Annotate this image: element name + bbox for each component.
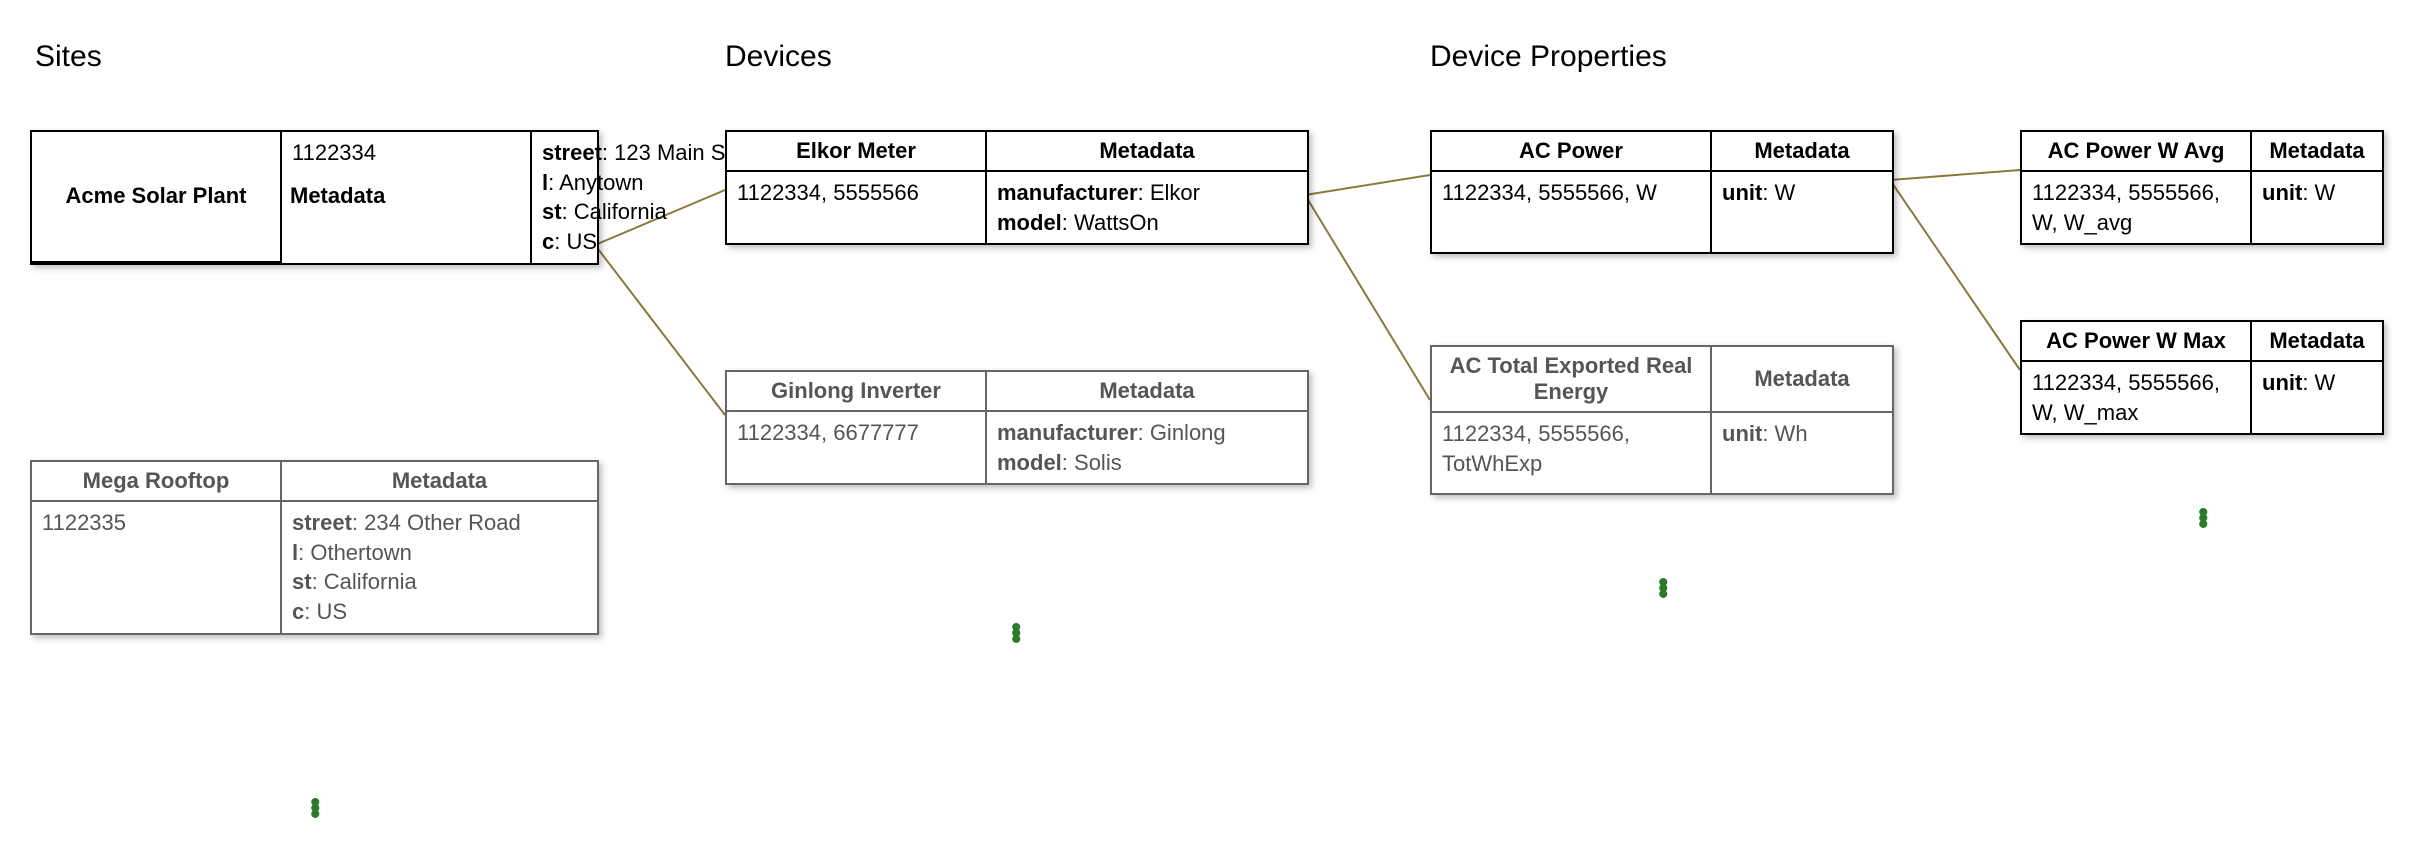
prop-ac-power-meta: unit: W [1712,172,1892,252]
column-title-sites: Sites [35,40,102,74]
device-elkor: Elkor Meter Metadata 1122334, 5555566 ma… [725,130,1309,245]
device-elkor-id: 1122334, 5555566 [727,172,987,243]
subprop-w-avg-title: AC Power W Avg [2022,132,2252,170]
column-title-device-properties: Device Properties [1430,40,1667,74]
column-title-devices: Devices [725,40,832,74]
ellipsis-icon: ••• [310,800,323,818]
site-acme-id: 1122334 [282,132,532,263]
device-ginlong-meta: manufacturer: Ginlong model: Solis [987,412,1307,483]
subprop-w-avg-meta: unit: W [2252,172,2382,243]
device-ginlong: Ginlong Inverter Metadata 1122334, 66777… [725,370,1309,485]
site-mega-title: Mega Rooftop [32,462,282,500]
prop-ac-energy-meta-hdr: Metadata [1712,347,1892,411]
prop-ac-power-title: AC Power [1432,132,1712,170]
ellipsis-icon: ••• [2198,510,2211,528]
ellipsis-icon: ••• [1011,625,1024,643]
device-ginlong-meta-hdr: Metadata [987,372,1307,410]
device-elkor-title: Elkor Meter [727,132,987,170]
site-acme: Acme Solar Plant Metadata 1122334 street… [30,130,599,265]
device-ginlong-id: 1122334, 6677777 [727,412,987,483]
site-acme-title: Acme Solar Plant [32,132,282,261]
prop-ac-power-meta-hdr: Metadata [1712,132,1892,170]
subprop-w-max: AC Power W Max Metadata 1122334, 5555566… [2020,320,2384,435]
prop-ac-energy-title: AC Total Exported Real Energy [1432,347,1712,411]
subprop-w-avg-meta-hdr: Metadata [2252,132,2382,170]
ellipsis-icon: ••• [1658,580,1671,598]
subprop-w-max-id: 1122334, 5555566, W, W_max [2022,362,2252,433]
subprop-w-max-title: AC Power W Max [2022,322,2252,360]
subprop-w-max-meta-hdr: Metadata [2252,322,2382,360]
device-elkor-meta: manufacturer: Elkor model: WattsOn [987,172,1307,243]
prop-ac-power: AC Power Metadata 1122334, 5555566, W un… [1430,130,1894,254]
device-elkor-meta-hdr: Metadata [987,132,1307,170]
site-mega: Mega Rooftop Metadata 1122335 street: 23… [30,460,599,635]
subprop-w-avg-id: 1122334, 5555566, W, W_avg [2022,172,2252,243]
site-mega-id: 1122335 [32,502,282,633]
site-mega-meta: street: 234 Other Road l: Othertown st: … [282,502,597,633]
prop-ac-power-id: 1122334, 5555566, W [1432,172,1712,252]
subprop-w-max-meta: unit: W [2252,362,2382,433]
prop-ac-energy-meta: unit: Wh [1712,413,1892,493]
subprop-w-avg: AC Power W Avg Metadata 1122334, 5555566… [2020,130,2384,245]
prop-ac-energy: AC Total Exported Real Energy Metadata 1… [1430,345,1894,495]
prop-ac-energy-id: 1122334, 5555566, TotWhExp [1432,413,1712,493]
device-ginlong-title: Ginlong Inverter [727,372,987,410]
site-mega-meta-hdr: Metadata [282,462,597,500]
